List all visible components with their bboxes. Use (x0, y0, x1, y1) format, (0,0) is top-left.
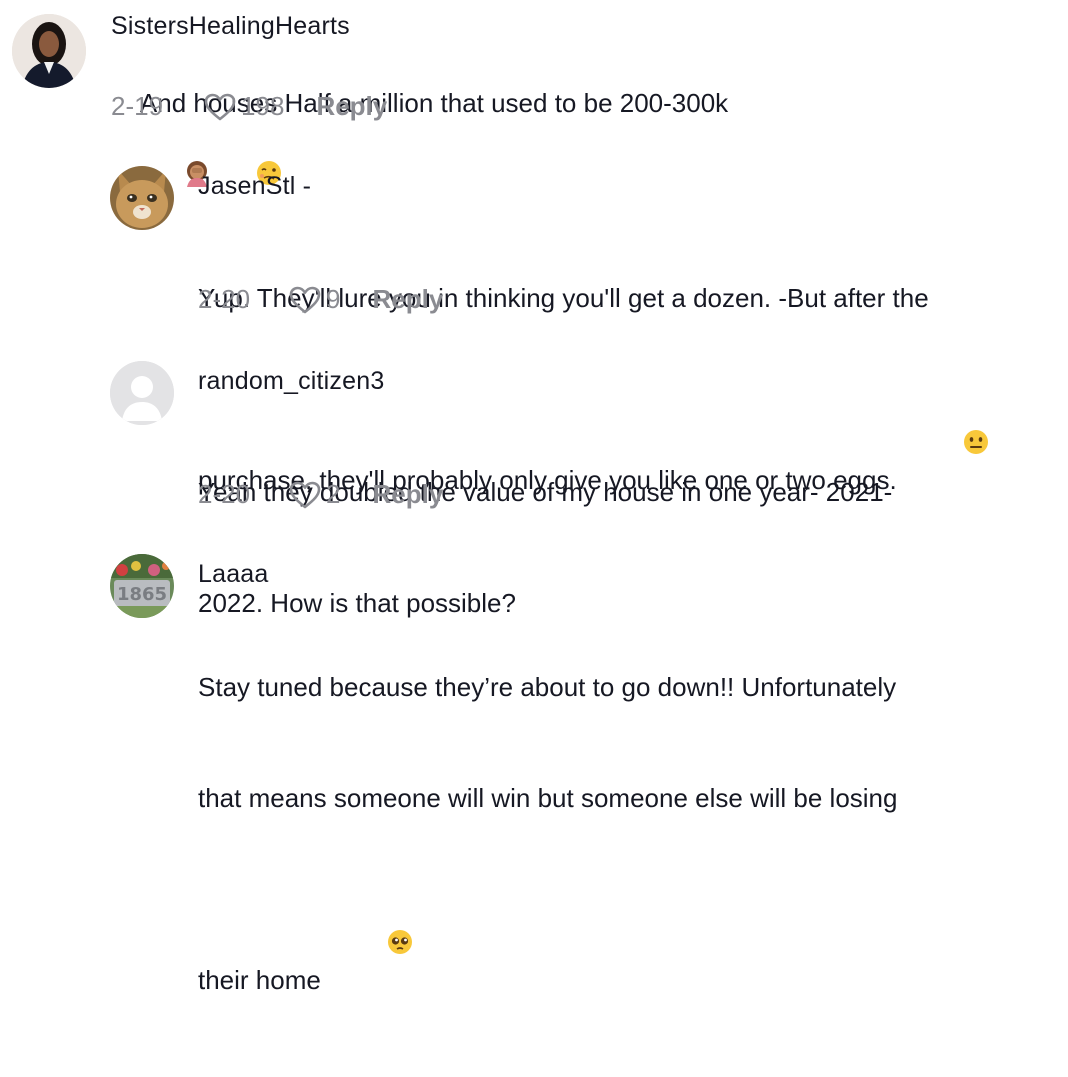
avatar[interactable] (12, 14, 86, 88)
comment-username[interactable]: Laaaa (198, 560, 269, 589)
comment-text: Stay tuned because they’re about to go d… (198, 595, 1058, 1077)
default-avatar-icon (110, 361, 174, 425)
comment-meta: 2-19 198 Reply (111, 91, 387, 122)
user-photo-icon (12, 14, 86, 88)
sign-photo-icon: 1865 (110, 554, 174, 618)
heart-icon (289, 481, 321, 508)
like-count: 9 (326, 284, 341, 314)
reply-button[interactable]: Reply (373, 284, 444, 315)
comment-date: 2-20 (198, 479, 251, 509)
like-button[interactable]: 9 (288, 284, 341, 315)
comment-text-line: Stay tuned because they’re about to go d… (198, 672, 897, 702)
comment-item: 1865 Laaaa Stay tuned because they’re ab… (0, 540, 1068, 995)
like-count: 2 (326, 479, 341, 509)
comment-date: 2-19 (111, 91, 164, 121)
comment-item: SistersHealingHearts And houses Half a m… (0, 0, 1068, 187)
reply-button[interactable]: Reply (316, 91, 387, 122)
comment-username[interactable]: random_citizen3 (198, 367, 384, 396)
comment-username[interactable]: SistersHealingHearts (111, 12, 350, 41)
avatar[interactable] (110, 166, 174, 230)
comment-text-line-wrap: their home (198, 891, 1058, 1003)
heart-icon (204, 93, 236, 120)
like-button[interactable]: 2 (288, 479, 341, 510)
comment-text-line: that means someone will win but someone … (198, 783, 898, 813)
like-button[interactable]: 198 (203, 91, 284, 122)
like-count: 198 (241, 91, 285, 121)
heart-icon (289, 286, 321, 313)
comment-meta: 2-20 9 Reply (198, 284, 443, 315)
comment-meta: 2-20 2 Reply (198, 479, 443, 510)
cat-photo-icon (110, 166, 174, 230)
comment-text-line: their home (198, 965, 321, 995)
comment-date: 2-20 (198, 284, 251, 314)
logo-mark: 1865 (117, 584, 167, 605)
pleading-face-icon (328, 891, 414, 1003)
avatar[interactable] (110, 361, 174, 425)
avatar[interactable]: 1865 (110, 554, 174, 618)
reply-button[interactable]: Reply (373, 479, 444, 510)
comment-item: random_citizen3 Yeah they doubled the va… (0, 345, 1068, 618)
comment-item: JasenStl - Yup. They'll lure you in thin… (0, 150, 1068, 495)
comment-username[interactable]: JasenStl - (198, 172, 311, 201)
